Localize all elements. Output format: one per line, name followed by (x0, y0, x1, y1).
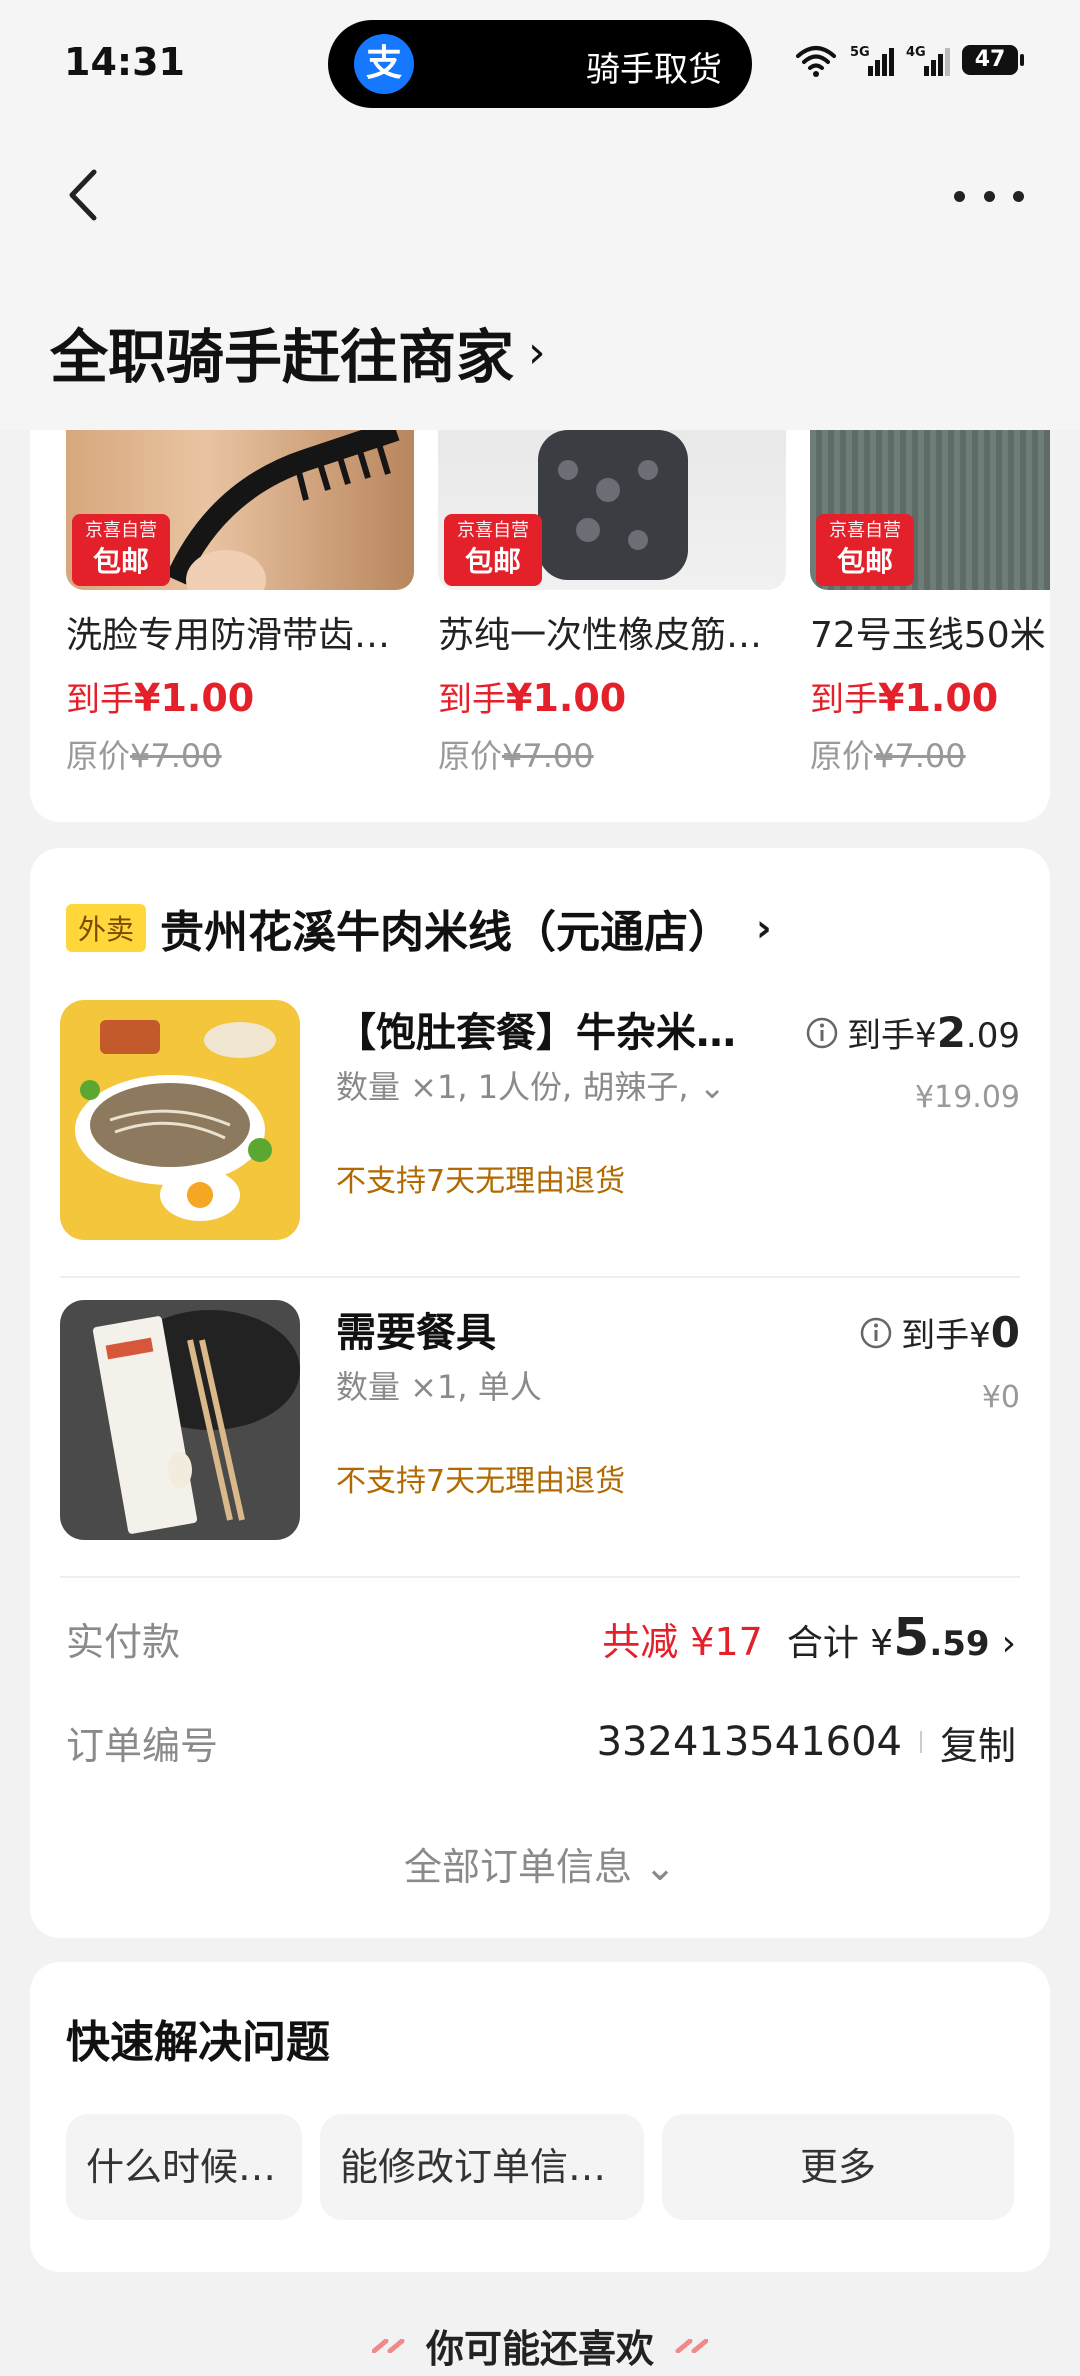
item-price: 到手¥ 2.09 (805, 1008, 1020, 1057)
order-item[interactable]: 需要餐具 数量 ×1, 单人 不支持7天无理由退货 到手¥ 0 ¥0 (30, 1300, 1050, 1600)
divider (60, 1276, 1020, 1278)
order-number-row: 订单编号 332413541604 复制 (66, 1712, 1016, 1772)
help-button-modify-order[interactable]: 能修改订单信息吗 (320, 2114, 644, 2220)
copy-button[interactable]: 复制 (940, 1715, 1016, 1770)
signal-4g-icon: 4G (906, 45, 950, 76)
item-image (60, 1000, 300, 1240)
battery-icon: 47 (962, 45, 1024, 75)
status-icons: 5G 4G 47 (794, 40, 1024, 80)
shop-name: 贵州花溪牛肉米线（元通店） (160, 907, 733, 958)
product-recommend-strip[interactable]: 京喜自营 包邮 洗脸专用防滑带齿… 到手¥1.00 原价¥7.00 京喜自营 包… (30, 430, 1050, 822)
separator (919, 1731, 922, 1753)
product-original-price: 原价¥7.00 (810, 737, 966, 775)
info-icon[interactable] (859, 1316, 893, 1350)
item-title: 需要餐具 (336, 1310, 496, 1356)
item-original-price: ¥0 (981, 1380, 1020, 1415)
payment-summary: 共减 ¥17 合计 ¥5.59 › (602, 1608, 1016, 1668)
product-image: 京喜自营 包邮 (810, 430, 1050, 590)
more-options-icon[interactable] (954, 176, 1024, 216)
takeout-tag: 外卖 (66, 904, 147, 952)
info-icon[interactable] (805, 1016, 839, 1050)
signal-5g-icon: 5G (850, 45, 894, 76)
product-card[interactable]: 京喜自营 包邮 72号玉线50米 到手¥1.00 原价¥7.00 (810, 430, 1050, 777)
back-arrow-icon[interactable] (56, 160, 116, 230)
island-status-text: 骑手取货 (586, 50, 722, 90)
item-spec[interactable]: 数量 ×1, 1人份, 胡辣子, ⌄ (336, 1062, 726, 1108)
delivery-status-title[interactable]: 全职骑手赶往商家 › (50, 310, 546, 394)
svg-text:4G: 4G (906, 45, 926, 60)
product-original-price: 原价¥7.00 (66, 737, 222, 775)
chevron-right-icon: › (528, 326, 546, 378)
recommend-title: 你可能还喜欢 (425, 2327, 654, 2371)
item-image (60, 1300, 300, 1540)
payment-label: 实付款 (66, 1619, 181, 1664)
jingxi-badge: 京喜自营 包邮 (72, 514, 170, 586)
return-policy-notice: 不支持7天无理由退货 (336, 1164, 626, 1199)
product-price: 到手¥1.00 (810, 676, 999, 720)
dynamic-island[interactable]: 支 骑手取货 (328, 20, 752, 108)
jingxi-badge: 京喜自营 包邮 (444, 514, 542, 586)
chevron-right-icon: › (756, 906, 772, 950)
order-number: 332413541604 (596, 1719, 902, 1765)
delivery-status-text: 全职骑手赶往商家 (50, 323, 515, 391)
product-image: 京喜自营 包邮 (66, 430, 414, 590)
status-time: 14:31 (64, 40, 185, 84)
product-price: 到手¥1.00 (66, 676, 255, 720)
wifi-icon (796, 46, 836, 77)
item-price: 到手¥ 0 (859, 1308, 1020, 1357)
alipay-logo-icon: 支 (354, 34, 414, 94)
chevron-right-icon: › (1001, 1623, 1016, 1664)
product-name: 洗脸专用防滑带齿… (66, 615, 391, 656)
help-button-more[interactable]: 更多 (662, 2114, 1014, 2220)
svg-text:5G: 5G (850, 45, 870, 60)
discount-amount: 共减 ¥17 (602, 1620, 763, 1664)
product-image: 京喜自营 包邮 (438, 430, 786, 590)
item-title: 【饱肚套餐】牛杂米… (336, 1010, 736, 1056)
decoration-icon (675, 2338, 708, 2353)
payment-row[interactable]: 实付款 共减 ¥17 合计 ¥5.59 › (66, 1608, 1016, 1668)
item-spec: 数量 ×1, 单人 (336, 1368, 542, 1406)
all-order-info-toggle[interactable]: 全部订单信息 ⌄ (30, 1836, 1050, 1891)
recommend-heading: 你可能还喜欢 (0, 2318, 1080, 2373)
nav-header: 全职骑手赶往商家 › (0, 130, 1080, 430)
product-original-price: 原价¥7.00 (438, 737, 594, 775)
status-bar: 14:31 支 骑手取货 5G 4G 47 (0, 0, 1080, 130)
product-name: 苏纯一次性橡皮筋… (438, 615, 763, 656)
total-amount: 合计 ¥5.59 (786, 1608, 990, 1668)
item-original-price: ¥19.09 (915, 1080, 1020, 1115)
product-name: 72号玉线50米 (810, 615, 1046, 656)
product-card[interactable]: 京喜自营 包邮 洗脸专用防滑带齿… 到手¥1.00 原价¥7.00 (66, 430, 414, 777)
quick-help-title: 快速解决问题 (66, 2017, 330, 2068)
product-price: 到手¥1.00 (438, 676, 627, 720)
order-card: 外卖 贵州花溪牛肉米线（元通店） › 【饱肚套餐】牛杂米… 数量 ×1, 1人份… (30, 848, 1050, 1938)
decoration-icon (371, 2338, 405, 2353)
order-number-label: 订单编号 (66, 1723, 219, 1768)
quick-help-card: 快速解决问题 什么时候送达 能修改订单信息吗 更多 (30, 1962, 1050, 2272)
divider (60, 1576, 1020, 1578)
help-button-delivery-time[interactable]: 什么时候送达 (66, 2114, 302, 2220)
return-policy-notice: 不支持7天无理由退货 (336, 1464, 626, 1499)
jingxi-badge: 京喜自营 包邮 (816, 514, 914, 586)
order-item[interactable]: 【饱肚套餐】牛杂米… 数量 ×1, 1人份, 胡辣子, ⌄ 不支持7天无理由退货… (30, 1000, 1050, 1300)
shop-header[interactable]: 外卖 贵州花溪牛肉米线（元通店） › (66, 896, 772, 960)
product-card[interactable]: 京喜自营 包邮 苏纯一次性橡皮筋… 到手¥1.00 原价¥7.00 (438, 430, 786, 777)
